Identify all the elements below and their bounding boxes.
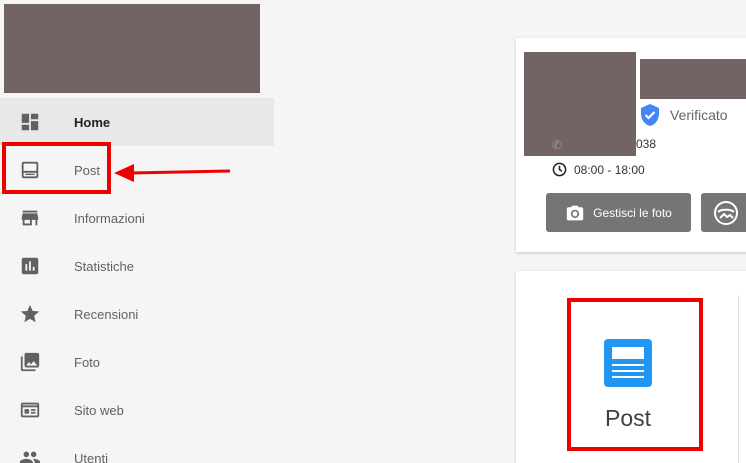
phone-number-partial: 038 bbox=[636, 137, 657, 151]
business-logo-redacted bbox=[4, 4, 260, 93]
people-icon bbox=[19, 447, 41, 463]
business-profile-card: Verificato ✆ 038 08:00 - 18:00 Gestisci … bbox=[516, 38, 746, 252]
sidebar-item-label: Home bbox=[74, 114, 111, 130]
sidebar-item-label: Foto bbox=[74, 354, 101, 370]
business-avatar-redacted bbox=[524, 52, 636, 156]
sidebar-item-statistiche[interactable]: Statistiche bbox=[0, 242, 274, 290]
manage-photos-label: Gestisci le foto bbox=[593, 205, 672, 220]
website-icon bbox=[19, 399, 41, 421]
card-divider bbox=[738, 295, 739, 463]
star-icon bbox=[19, 303, 41, 325]
photo-sphere-icon bbox=[714, 200, 738, 225]
sidebar-item-informazioni[interactable]: Informazioni bbox=[0, 194, 274, 242]
sidebar-item-label: Informazioni bbox=[74, 210, 145, 226]
sidebar-item-utenti[interactable]: Utenti bbox=[0, 434, 274, 463]
dashboard-icon bbox=[19, 111, 41, 133]
business-name-redacted bbox=[640, 59, 746, 99]
hours-label: 08:00 - 18:00 bbox=[574, 162, 645, 177]
sidebar-item-label: Recensioni bbox=[74, 306, 139, 322]
insights-icon bbox=[19, 255, 41, 277]
manage-photos-button[interactable]: Gestisci le foto bbox=[546, 193, 691, 232]
phone-icon: ✆ bbox=[552, 138, 563, 152]
sidebar-item-foto[interactable]: Foto bbox=[0, 338, 274, 386]
annotation-arrow bbox=[114, 164, 231, 182]
sidebar-item-sito-web[interactable]: Sito web bbox=[0, 386, 274, 434]
store-icon bbox=[19, 207, 41, 229]
sidebar-item-home[interactable]: Home bbox=[0, 98, 274, 146]
photo-icon bbox=[19, 351, 41, 373]
verified-status: Verificato bbox=[640, 104, 728, 126]
sidebar-item-recensioni[interactable]: Recensioni bbox=[0, 290, 274, 338]
verified-shield-icon bbox=[641, 104, 659, 126]
clock-icon bbox=[552, 162, 567, 177]
highlight-box-post-nav bbox=[2, 142, 111, 194]
verified-label: Verificato bbox=[670, 107, 728, 123]
highlight-box-post-tile bbox=[567, 298, 703, 451]
opening-hours: 08:00 - 18:00 bbox=[552, 162, 645, 177]
photo-action-button[interactable] bbox=[701, 193, 746, 232]
sidebar-item-label: Sito web bbox=[74, 402, 124, 418]
sidebar-item-label: Statistiche bbox=[74, 258, 134, 274]
camera-icon bbox=[566, 205, 584, 220]
sidebar-item-label: Utenti bbox=[74, 450, 108, 463]
